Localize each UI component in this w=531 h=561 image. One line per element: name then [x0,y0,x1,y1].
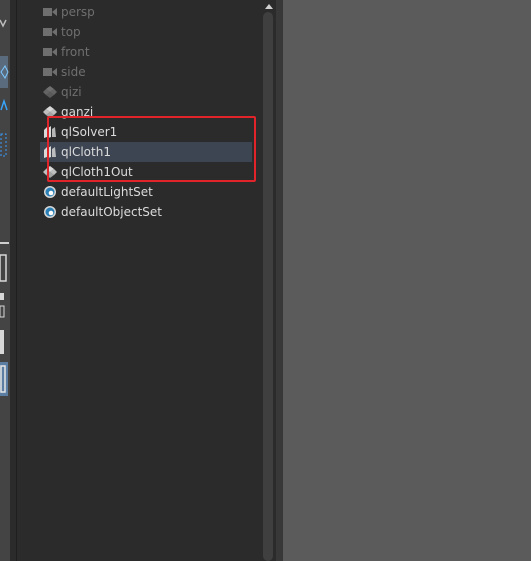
outliner-item-label: top [61,25,81,39]
outliner-item-persp[interactable]: persp [40,2,252,22]
camera-icon [43,65,57,79]
outliner-item-label: defaultLightSet [61,185,153,199]
marquee-icon [0,133,7,157]
vertical-scrollbar[interactable] [262,0,276,561]
chevron-down-icon [0,19,7,28]
left-toolbar [0,0,10,561]
set-icon [43,205,57,219]
layout-split-icon [0,305,5,318]
camera-icon [43,5,57,19]
outliner-item-qizi[interactable]: qizi [40,82,252,102]
camera-icon [43,25,57,39]
toolbar-icons [0,19,9,396]
scroll-thumb[interactable] [263,12,273,561]
panel-divider[interactable] [276,0,283,561]
separator-line [0,242,9,244]
outliner-item-label: side [61,65,86,79]
outliner-item-label: front [61,45,90,59]
scroll-up-arrow-icon[interactable] [265,4,273,9]
outliner-item-front[interactable]: front [40,42,252,62]
layout-single-icon [0,254,7,282]
outliner-item-label: persp [61,5,95,19]
set-icon [43,185,57,199]
outliner-item-label: qizi [61,85,82,99]
text-tool-icon [0,98,8,111]
red-highlight-box [47,116,256,182]
layout-side-icon [0,330,4,354]
outliner-item-side[interactable]: side [40,62,252,82]
mesh-transform-icon [43,85,57,99]
outliner-item-top[interactable]: top [40,22,252,42]
camera-icon [43,45,57,59]
outliner-item-defaultLightSet[interactable]: defaultLightSet [40,182,252,202]
layout-quad-icon [0,293,4,300]
outliner-item-label: defaultObjectSet [61,205,163,219]
panel-edge [16,0,17,561]
outliner-item-defaultObjectSet[interactable]: defaultObjectSet [40,202,252,222]
viewport-area[interactable] [283,0,531,561]
